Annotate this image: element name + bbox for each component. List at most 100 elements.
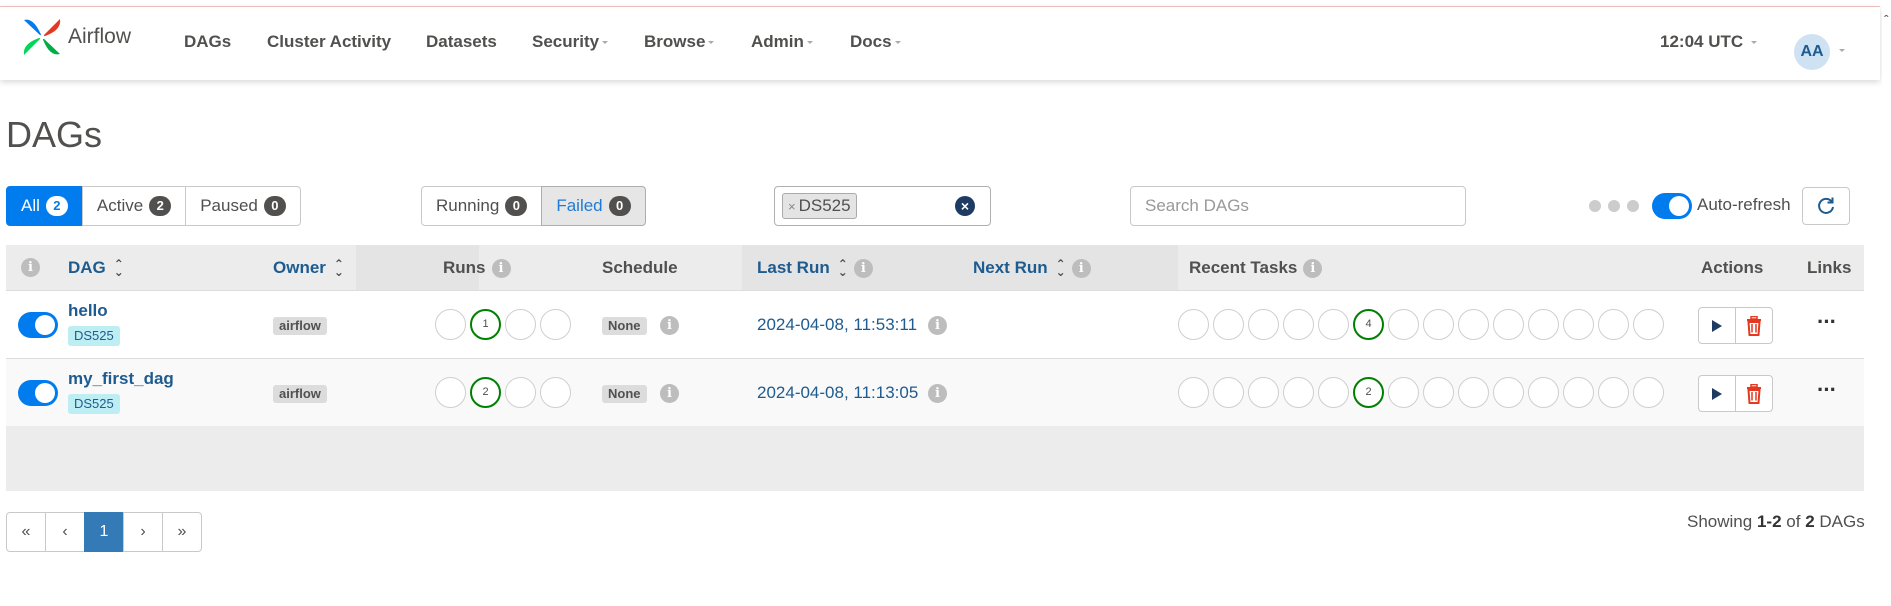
info-icon[interactable]: i <box>1071 259 1091 279</box>
task-circle[interactable] <box>1563 377 1594 408</box>
nav-admin[interactable]: Admin <box>751 32 813 52</box>
info-icon[interactable]: i <box>1303 259 1323 279</box>
task-circle[interactable] <box>1283 309 1314 340</box>
info-icon[interactable]: i <box>660 384 679 403</box>
task-circle[interactable] <box>1213 309 1244 340</box>
recent-tasks-circles: 2 <box>1178 377 1664 408</box>
last-page-button[interactable]: » <box>162 512 202 552</box>
task-circle[interactable] <box>1633 377 1664 408</box>
info-icon[interactable]: i <box>928 316 947 335</box>
info-icon[interactable]: i <box>491 259 511 279</box>
header-last-run[interactable]: Last Run ⌃ ⌄ i <box>757 258 873 279</box>
selected-tag-chip: × DS525 <box>782 193 857 219</box>
showing-suffix: DAGs <box>1819 512 1865 531</box>
info-icon[interactable]: i <box>928 384 947 403</box>
nav-browse[interactable]: Browse <box>644 32 715 52</box>
showing-prefix: Showing <box>1687 512 1753 531</box>
search-input[interactable] <box>1130 186 1466 226</box>
header-owner[interactable]: Owner ⌃ ⌄ <box>273 258 344 278</box>
run-circle[interactable] <box>540 309 571 340</box>
task-circle[interactable] <box>1458 377 1489 408</box>
nav-docs[interactable]: Docs <box>850 32 901 52</box>
scrollbar[interactable] <box>1882 8 1891 606</box>
task-circle[interactable] <box>1178 377 1209 408</box>
nav-security[interactable]: Security <box>532 32 609 52</box>
run-circle[interactable] <box>435 377 466 408</box>
task-circle[interactable] <box>1283 377 1314 408</box>
run-circle-success[interactable]: 1 <box>470 309 501 340</box>
clear-icon[interactable]: × <box>955 196 975 216</box>
last-run-link[interactable]: 2024-04-08, 11:13:05 <box>757 383 918 403</box>
user-avatar[interactable]: AA <box>1794 34 1830 70</box>
auto-refresh-toggle[interactable] <box>1652 193 1692 219</box>
run-circle[interactable] <box>505 377 536 408</box>
filter-failed-button[interactable]: Failed 0 <box>541 186 646 226</box>
run-circle[interactable] <box>505 309 536 340</box>
refresh-button[interactable] <box>1802 187 1850 225</box>
filter-paused-label: Paused <box>200 196 258 215</box>
task-circle-success[interactable]: 4 <box>1353 309 1384 340</box>
task-circle[interactable] <box>1178 309 1209 340</box>
filter-active-button[interactable]: Active 2 <box>81 186 187 226</box>
filter-running-button[interactable]: Running 0 <box>421 186 543 226</box>
task-circle[interactable] <box>1458 309 1489 340</box>
nav-datasets[interactable]: Datasets <box>426 32 497 52</box>
owner-badge[interactable]: airflow <box>273 385 327 403</box>
remove-tag-icon[interactable]: × <box>788 199 796 214</box>
task-circle[interactable] <box>1213 377 1244 408</box>
dag-name-link[interactable]: my_first_dag <box>68 369 174 389</box>
timezone-dropdown[interactable]: 12:04 UTC <box>1660 32 1758 52</box>
runs-circles: 2 <box>435 377 571 408</box>
task-circle[interactable] <box>1318 309 1349 340</box>
dag-pause-toggle[interactable] <box>18 312 58 338</box>
trigger-dag-button[interactable] <box>1698 307 1736 344</box>
header-dag[interactable]: DAG ⌃ ⌄ <box>68 258 124 278</box>
next-page-button[interactable]: › <box>123 512 163 552</box>
prev-page-button[interactable]: ‹ <box>45 512 85 552</box>
task-circle[interactable] <box>1528 309 1559 340</box>
task-circle[interactable] <box>1388 309 1419 340</box>
header-next-run[interactable]: Next Run ⌃ ⌄ i <box>973 258 1091 279</box>
first-page-button[interactable]: « <box>6 512 46 552</box>
info-icon[interactable]: i <box>660 316 679 335</box>
task-circle[interactable] <box>1598 309 1629 340</box>
dag-tag[interactable]: DS525 <box>68 326 120 346</box>
dag-pause-toggle[interactable] <box>18 380 58 406</box>
task-circle[interactable] <box>1388 377 1419 408</box>
filter-paused-button[interactable]: Paused 0 <box>185 186 301 226</box>
filter-all-button[interactable]: All 2 <box>6 186 83 226</box>
task-circle[interactable] <box>1248 377 1279 408</box>
scroll-up-icon[interactable]: ˆ <box>1884 12 1889 28</box>
task-circle[interactable] <box>1528 377 1559 408</box>
current-page-button[interactable]: 1 <box>84 512 124 552</box>
task-circle[interactable] <box>1598 377 1629 408</box>
nav-dags[interactable]: DAGs <box>184 32 231 52</box>
task-circle[interactable] <box>1423 377 1454 408</box>
run-circle[interactable] <box>540 377 571 408</box>
task-circle[interactable] <box>1633 309 1664 340</box>
dag-tag[interactable]: DS525 <box>68 394 120 414</box>
owner-badge[interactable]: airflow <box>273 317 327 335</box>
info-icon[interactable]: i <box>21 258 40 277</box>
tag-filter-select[interactable]: × DS525 × <box>774 186 991 226</box>
last-run-link[interactable]: 2024-04-08, 11:53:11 <box>757 315 917 335</box>
more-icon[interactable]: ··· <box>1817 377 1837 403</box>
task-circle[interactable] <box>1563 309 1594 340</box>
task-circle[interactable] <box>1318 377 1349 408</box>
task-circle[interactable] <box>1248 309 1279 340</box>
run-circle[interactable] <box>435 309 466 340</box>
trigger-dag-button[interactable] <box>1698 375 1736 412</box>
chevron-down-icon[interactable] <box>1839 49 1845 52</box>
dag-name-link[interactable]: hello <box>68 301 108 321</box>
nav-cluster-activity[interactable]: Cluster Activity <box>267 32 391 52</box>
run-circle-success[interactable]: 2 <box>470 377 501 408</box>
brand-link[interactable]: Airflow <box>22 17 131 57</box>
task-circle[interactable] <box>1493 377 1524 408</box>
delete-dag-button[interactable] <box>1735 375 1773 412</box>
task-circle[interactable] <box>1493 309 1524 340</box>
delete-dag-button[interactable] <box>1735 307 1773 344</box>
info-icon[interactable]: i <box>853 259 873 279</box>
task-circle-success[interactable]: 2 <box>1353 377 1384 408</box>
more-icon[interactable]: ··· <box>1817 309 1837 335</box>
task-circle[interactable] <box>1423 309 1454 340</box>
